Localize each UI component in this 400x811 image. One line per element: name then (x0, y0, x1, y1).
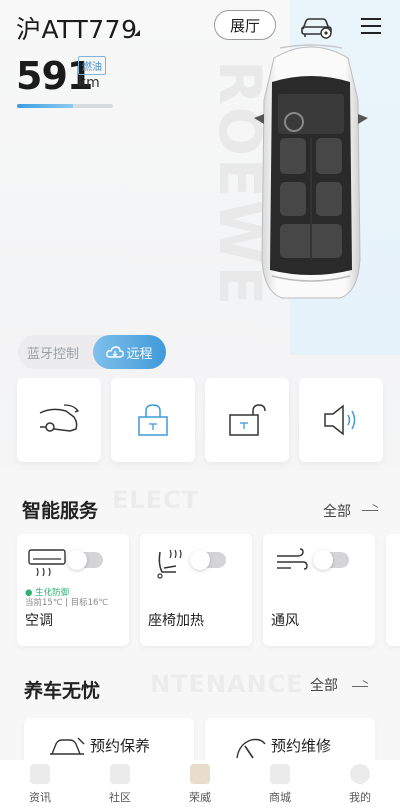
service-card-seat-heat[interactable]: 座椅加热 (140, 534, 252, 646)
nav-tab-news[interactable]: 资讯 (0, 760, 80, 811)
section-watermark: ELECT (112, 486, 200, 514)
license-plate[interactable]: 沪ATT779 (16, 10, 137, 46)
ventilation-toggle[interactable] (313, 550, 349, 570)
smart-services-title: 智能服务 (22, 500, 99, 522)
bluetooth-control-tab[interactable]: 蓝牙控制 (27, 343, 79, 362)
nav-tab-community[interactable]: 社区 (80, 760, 160, 811)
maintenance-all-link[interactable]: 全部 (310, 675, 338, 695)
cloud-icon (106, 346, 125, 358)
smart-services-all-link[interactable]: 全部 (323, 501, 351, 521)
lock-button[interactable] (111, 378, 195, 462)
seat-heat-toggle[interactable] (190, 550, 226, 570)
range-unit: km (78, 75, 100, 91)
trunk-icon (39, 404, 80, 432)
horn-button[interactable] (299, 378, 383, 462)
service-name: 空调 (25, 613, 53, 629)
nav-label: 荣威 (189, 791, 211, 804)
arrow-right-icon[interactable] (362, 510, 378, 511)
service-card-partial (386, 534, 400, 646)
fuel-level-fill (17, 104, 73, 108)
remote-control-tab[interactable]: 远程 (93, 335, 166, 369)
service-name: 座椅加热 (148, 613, 204, 629)
remote-control-label: 远程 (126, 346, 153, 362)
nav-label: 社区 (109, 791, 131, 804)
section-watermark: NTENANCE (150, 670, 304, 698)
arrow-right-icon[interactable] (352, 686, 368, 687)
news-icon (30, 764, 50, 784)
toggle-knob (313, 550, 333, 570)
nav-tab-shop[interactable]: 商城 (240, 760, 320, 811)
fuel-type-tag: 燃油 (78, 56, 106, 75)
fuel-level-bar (17, 104, 113, 108)
nav-label: 资讯 (29, 791, 51, 804)
profile-icon (350, 764, 370, 784)
book-repair-label: 预约维修 (271, 737, 332, 755)
car-settings-icon[interactable] (300, 12, 334, 40)
community-icon (110, 764, 130, 784)
toggle-knob (67, 550, 87, 570)
plate-dropdown-icon[interactable] (134, 30, 140, 36)
nav-tab-profile[interactable]: 我的 (320, 760, 400, 811)
ac-temperature: 当前15℃ | 目标16℃ (25, 598, 108, 608)
nav-label: 商城 (269, 791, 291, 804)
lock-icon (138, 404, 168, 436)
service-card-ac[interactable]: ● 生化防御 当前15℃ | 目标16℃ 空调 (17, 534, 129, 646)
service-name: 通风 (271, 613, 299, 629)
showroom-button[interactable]: 展厅 (214, 10, 276, 40)
shop-icon (270, 764, 290, 784)
ac-toggle[interactable] (67, 550, 103, 570)
vehicle-home-screen: ROEWE 沪ATT779 展厅 591 燃油 km 蓝牙控制 远程 ELECT… (0, 0, 400, 811)
unlock-icon (229, 404, 266, 436)
trunk-button[interactable] (17, 378, 101, 462)
menu-icon[interactable] (360, 16, 382, 36)
horn-icon (324, 404, 356, 436)
unlock-button[interactable] (205, 378, 289, 462)
service-card-ventilation[interactable]: 通风 (263, 534, 375, 646)
car-maintenance-icon (50, 737, 85, 755)
roewe-icon (190, 764, 210, 784)
seat-heat-icon (157, 549, 182, 579)
book-maintenance-label: 预约保养 (90, 737, 151, 755)
ventilation-icon (277, 548, 308, 570)
nav-tab-roewe[interactable]: 荣威 (160, 760, 240, 811)
maintenance-title: 养车无忧 (24, 680, 101, 702)
repair-icon (236, 738, 266, 759)
ac-icon (28, 549, 66, 577)
toggle-knob (190, 550, 210, 570)
nav-label: 我的 (349, 791, 371, 804)
bottom-navigation: 资讯 社区 荣威 商城 我的 (0, 760, 400, 811)
car-top-view-image (250, 40, 372, 302)
